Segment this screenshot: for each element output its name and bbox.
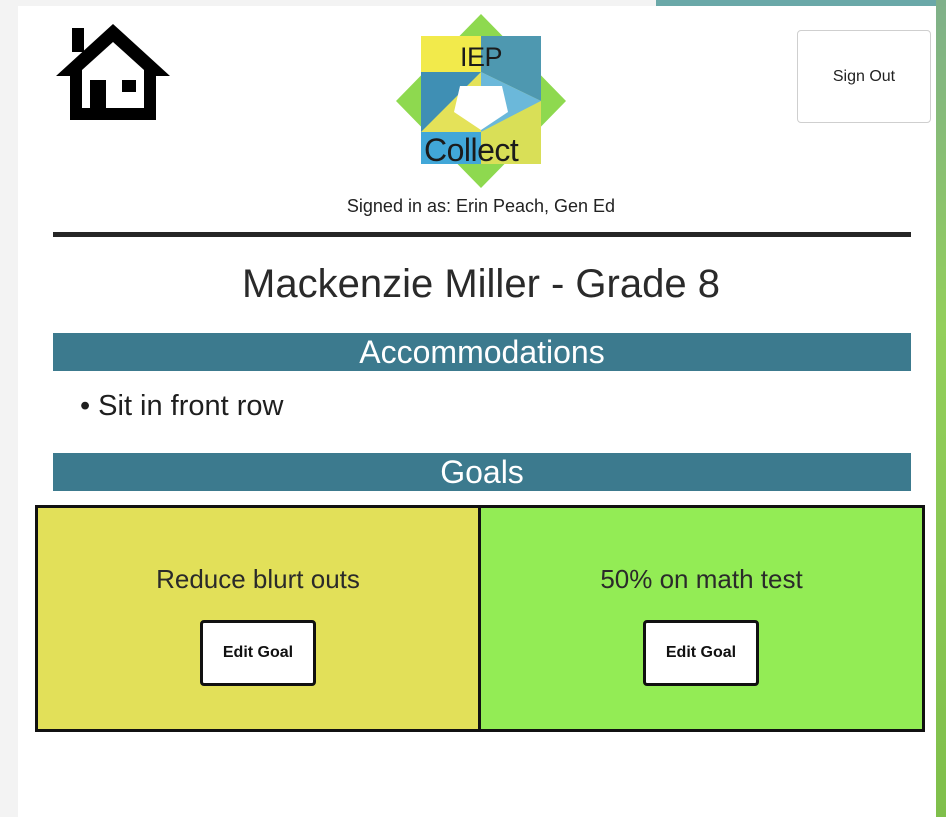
goals-grid: Reduce blurt outs Edit Goal 50% on math … — [35, 505, 928, 732]
student-title: Mackenzie Miller - Grade 8 — [242, 262, 720, 306]
logo-text: Collect — [424, 132, 519, 168]
header-divider — [53, 232, 911, 237]
signed-in-label: Signed in as: Erin Peach, Gen Ed — [346, 196, 616, 216]
goal-card: Reduce blurt outs Edit Goal — [35, 505, 481, 732]
goal-title: Reduce blurt outs — [156, 564, 360, 594]
iep-collect-logo: IEP Collect — [394, 12, 568, 190]
goals-heading: Goals — [53, 453, 911, 491]
accommodation-item: Sit in front row — [80, 390, 283, 423]
logo-text: IEP — [460, 42, 503, 72]
sign-out-button[interactable]: Sign Out — [797, 30, 931, 123]
goal-card: 50% on math test Edit Goal — [478, 505, 925, 732]
main-panel: IEP Collect Sign Out Signed in as: Erin … — [18, 6, 936, 817]
accommodations-heading: Accommodations — [53, 333, 911, 371]
goal-title: 50% on math test — [600, 564, 803, 594]
background-strip — [936, 0, 946, 817]
home-icon[interactable] — [52, 20, 174, 124]
accommodations-list: Sit in front row — [80, 390, 283, 423]
edit-goal-button[interactable]: Edit Goal — [643, 620, 759, 686]
edit-goal-button[interactable]: Edit Goal — [200, 620, 316, 686]
